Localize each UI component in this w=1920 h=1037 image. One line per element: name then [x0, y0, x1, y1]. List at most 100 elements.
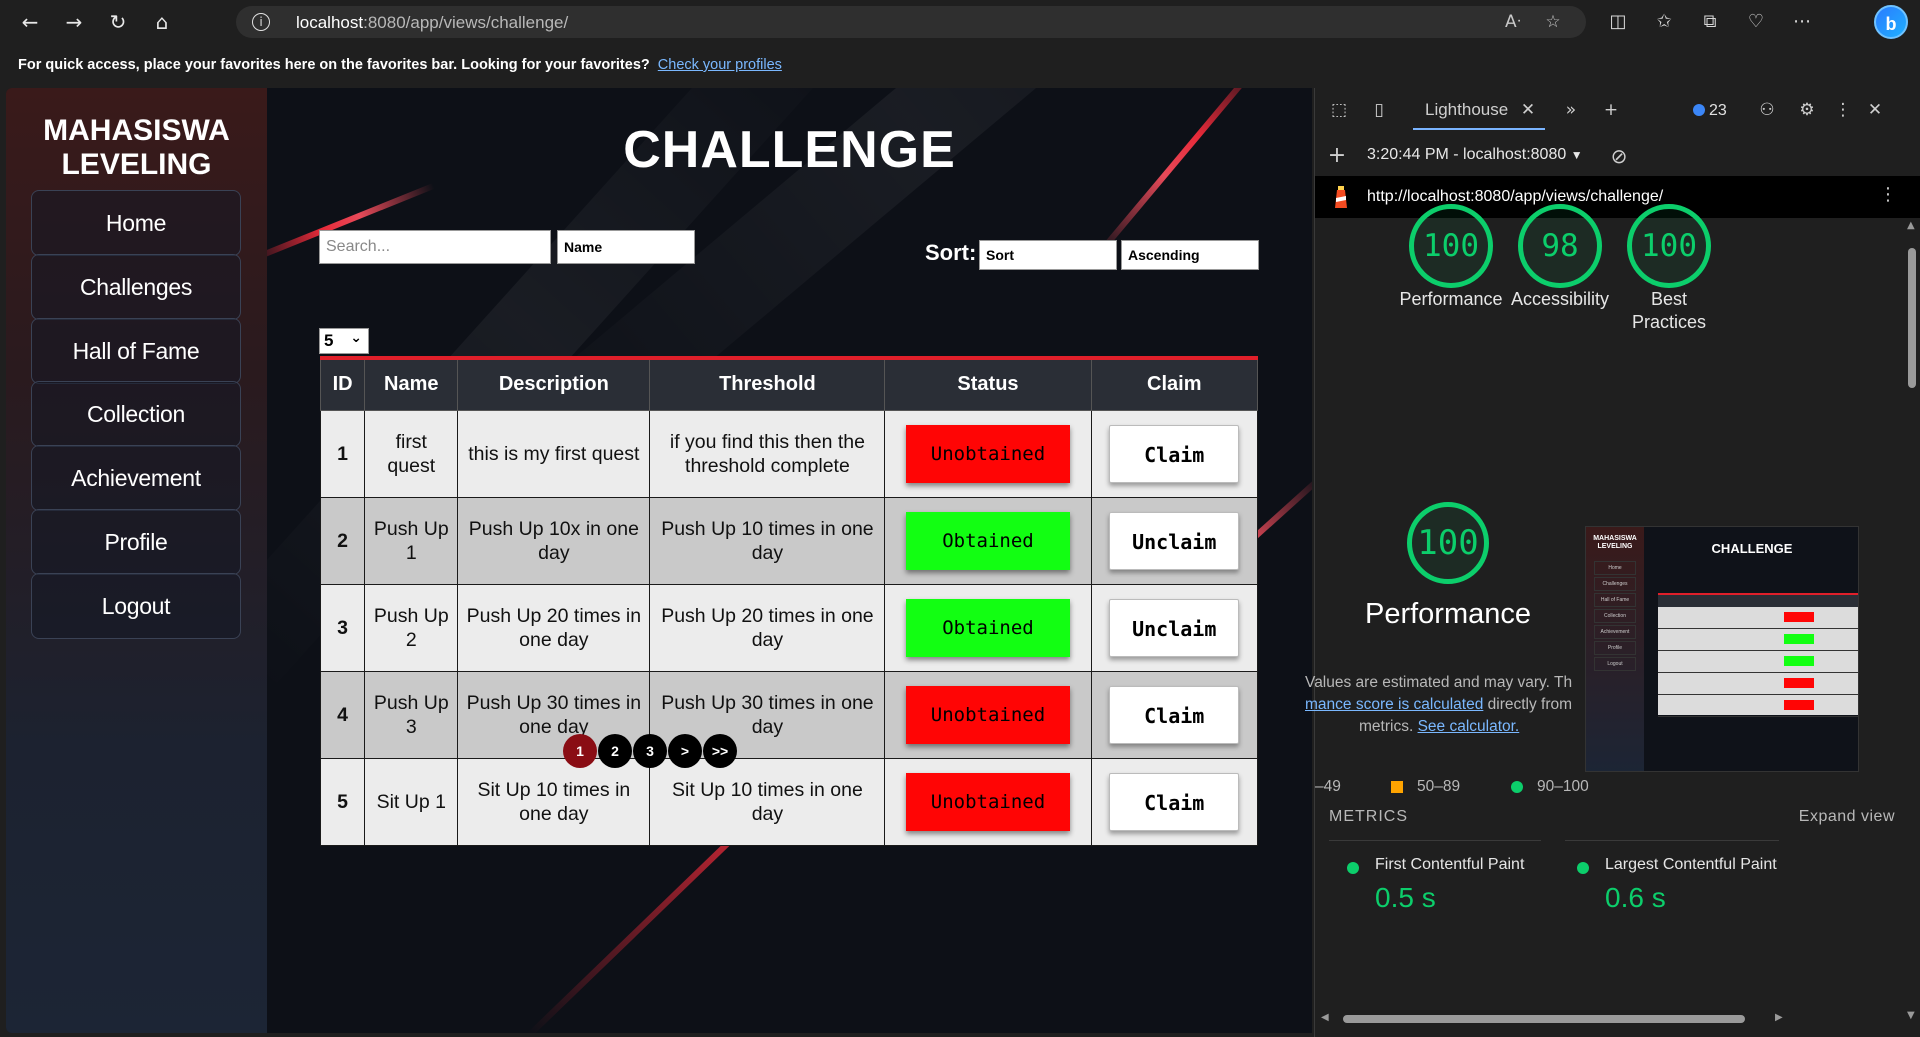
- report-menu-icon[interactable]: ⋮: [1879, 184, 1897, 205]
- last-page-button[interactable]: >>: [703, 734, 737, 768]
- claim-button[interactable]: Claim: [1109, 424, 1240, 483]
- nav-profile-button[interactable]: Profile: [31, 509, 241, 575]
- device-toolbar-icon[interactable]: ▯: [1365, 96, 1393, 124]
- average-square-icon: [1391, 781, 1403, 793]
- pass-circle-icon: [1347, 862, 1359, 874]
- issues-badge[interactable]: 23: [1693, 102, 1727, 120]
- thumbnail-nav-item: Profile: [1594, 641, 1636, 655]
- column-header-status[interactable]: Status: [884, 357, 1092, 411]
- cell-status: Obtained: [884, 583, 1092, 672]
- nav-home-button[interactable]: Home: [31, 190, 241, 256]
- performance-icon[interactable]: ♡: [1740, 6, 1772, 38]
- add-favorite-icon[interactable]: ☆: [1540, 10, 1566, 34]
- brand-line-1: MAHASISWA: [43, 114, 230, 147]
- sort-select[interactable]: Sort: [979, 240, 1117, 270]
- new-report-icon[interactable]: +: [1323, 142, 1351, 170]
- column-header-threshold[interactable]: Threshold: [649, 357, 886, 411]
- back-icon[interactable]: ←: [14, 6, 46, 38]
- performance-note-line: mance score is calculated directly from: [1305, 694, 1625, 716]
- unclaim-button[interactable]: Unclaim: [1109, 598, 1240, 657]
- thumbnail-title: CHALLENGE: [1711, 541, 1793, 556]
- thumbnail-nav-item: Logout: [1594, 657, 1636, 671]
- report-url[interactable]: http://localhost:8080/app/views/challeng…: [1367, 188, 1663, 206]
- thumbnail-row: [1658, 673, 1858, 695]
- column-header-name[interactable]: Name: [364, 357, 459, 411]
- metric-value: 0.6 s: [1605, 882, 1666, 913]
- column-header-claim[interactable]: Claim: [1090, 357, 1258, 411]
- inspect-icon[interactable]: ⬚: [1325, 96, 1353, 124]
- order-select[interactable]: Ascending: [1121, 240, 1259, 270]
- best-practices-gauge-label: Best Practices: [1631, 289, 1707, 332]
- search-input[interactable]: [319, 230, 551, 264]
- split-screen-icon[interactable]: ◫: [1602, 6, 1634, 38]
- clear-icon[interactable]: ⊘: [1605, 142, 1633, 170]
- add-tab-icon[interactable]: +: [1597, 96, 1625, 124]
- scroll-up-icon[interactable]: ▲: [1907, 220, 1915, 231]
- lighthouse-logo-icon: [1335, 186, 1347, 208]
- favorites-icon[interactable]: ✩: [1648, 6, 1680, 38]
- best-practices-gauge[interactable]: 100: [1627, 204, 1711, 288]
- more-icon[interactable]: ⋯: [1786, 6, 1818, 38]
- copilot-icon[interactable]: b: [1874, 5, 1908, 39]
- column-header-id[interactable]: ID: [319, 357, 366, 411]
- home-icon[interactable]: ⌂: [146, 6, 178, 38]
- refresh-icon[interactable]: ↻: [102, 6, 134, 38]
- performance-note-text: metrics.: [1359, 718, 1414, 735]
- nav-hall-of-fame-button[interactable]: Hall of Fame: [31, 318, 241, 384]
- page-3-button[interactable]: 3: [633, 734, 667, 768]
- column-header-description[interactable]: Description: [457, 357, 651, 411]
- close-tab-icon[interactable]: ✕: [1521, 100, 1535, 119]
- nav-logout-button[interactable]: Logout: [31, 573, 241, 639]
- address-bar[interactable]: i localhost:8080/app/views/challenge/ A͏…: [236, 6, 1586, 38]
- expand-view-button[interactable]: Expand view: [1799, 808, 1895, 826]
- score-calculation-link[interactable]: mance score is calculated: [1305, 696, 1483, 713]
- horizontal-scroll-thumb[interactable]: [1343, 1015, 1745, 1023]
- scroll-left-icon[interactable]: ◀: [1321, 1012, 1329, 1023]
- read-aloud-icon[interactable]: A͏ᐧ: [1500, 10, 1526, 34]
- pass-circle-icon: [1511, 781, 1523, 793]
- customize-icon[interactable]: ⚇: [1753, 96, 1781, 124]
- url-text[interactable]: localhost:8080/app/views/challenge/: [296, 13, 568, 33]
- nav-collection-button[interactable]: Collection: [31, 381, 241, 447]
- info-icon[interactable]: i: [252, 13, 270, 31]
- forward-icon[interactable]: →: [58, 6, 90, 38]
- check-profiles-link[interactable]: Check your profiles: [658, 57, 782, 73]
- thumbnail-row: [1658, 651, 1858, 673]
- report-selector[interactable]: 3:20:44 PM - localhost:8080 ▼: [1367, 146, 1583, 164]
- brand-line-2: LEVELING: [61, 148, 212, 181]
- nav-achievement-button[interactable]: Achievement: [31, 445, 241, 511]
- unclaim-button[interactable]: Unclaim: [1109, 511, 1240, 570]
- page-viewport: MAHASISWA LEVELING Home Challenges Hall …: [6, 88, 1312, 1033]
- url-path: :8080/app/views/challenge/: [363, 13, 569, 32]
- vertical-scroll-thumb[interactable]: [1908, 248, 1916, 388]
- next-page-button[interactable]: >: [668, 734, 702, 768]
- cell-description: this is my first quest: [457, 409, 651, 498]
- scroll-right-icon[interactable]: ▶: [1775, 1012, 1783, 1023]
- performance-gauge[interactable]: 100: [1409, 204, 1493, 288]
- page-size-select[interactable]: 5 ⌄: [319, 328, 369, 354]
- kebab-menu-icon[interactable]: ⋮: [1829, 96, 1857, 124]
- page-screenshot-thumbnail[interactable]: MAHASISWA LEVELING Home Challenges Hall …: [1585, 526, 1859, 772]
- scroll-down-icon[interactable]: ▼: [1907, 1010, 1915, 1021]
- see-calculator-link[interactable]: See calculator.: [1418, 718, 1520, 735]
- search-field-select[interactable]: Name: [557, 230, 695, 264]
- page-1-button[interactable]: 1: [563, 734, 597, 768]
- chevron-down-icon: ⌄: [350, 330, 362, 346]
- nav-challenges-button[interactable]: Challenges: [31, 254, 241, 320]
- tab-lighthouse[interactable]: Lighthouse ✕: [1413, 96, 1546, 130]
- report-time-text: 3:20:44 PM - localhost:8080: [1367, 146, 1567, 163]
- close-devtools-icon[interactable]: ✕: [1861, 96, 1889, 124]
- legend-fail: –49: [1315, 778, 1341, 795]
- cell-threshold: Push Up 10 times in one day: [649, 496, 886, 585]
- settings-gear-icon[interactable]: ⚙: [1793, 96, 1821, 124]
- main-content: CHALLENGE Name Sort: Sort Ascending 5⌄ I…: [267, 88, 1312, 1033]
- performance-note-line: metrics. See calculator.: [1305, 716, 1625, 738]
- thumbnail-nav-item: Collection: [1594, 609, 1636, 623]
- claim-button[interactable]: Claim: [1109, 772, 1240, 831]
- performance-score-gauge: 100: [1407, 502, 1489, 584]
- accessibility-gauge[interactable]: 98: [1518, 204, 1602, 288]
- cell-description: Push Up 10x in one day: [457, 496, 651, 585]
- page-2-button[interactable]: 2: [598, 734, 632, 768]
- collections-icon[interactable]: ⧉: [1694, 6, 1726, 38]
- more-tabs-icon[interactable]: »: [1557, 96, 1585, 124]
